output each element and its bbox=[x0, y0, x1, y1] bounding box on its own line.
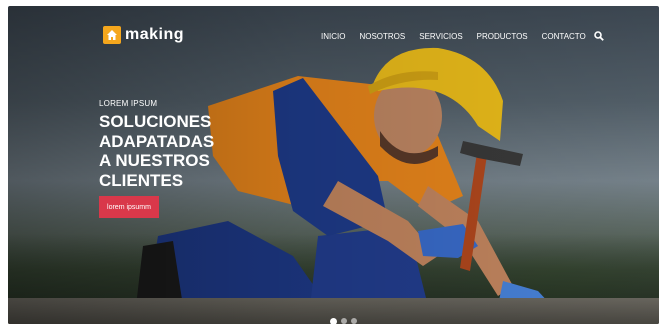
carousel-dot[interactable] bbox=[351, 318, 357, 324]
hero-copy: LOREM IPSUM SOLUCIONES ADAPATADAS A NUES… bbox=[99, 99, 259, 190]
nav-item-contacto[interactable]: CONTACTO bbox=[542, 32, 586, 41]
search-icon[interactable] bbox=[593, 31, 604, 41]
nav-item-servicios[interactable]: SERVICIOS bbox=[419, 32, 462, 41]
main-nav: INICIO NOSOTROS SERVICIOS PRODUCTOS CONT… bbox=[321, 31, 604, 41]
hero-eyebrow: LOREM IPSUM bbox=[99, 99, 158, 108]
nav-item-nosotros[interactable]: NOSOTROS bbox=[359, 32, 405, 41]
home-icon bbox=[103, 26, 121, 44]
cta-button[interactable]: lorem ipsumm bbox=[99, 196, 159, 218]
headline-line: SOLUCIONES bbox=[99, 112, 212, 131]
brand-name: making bbox=[125, 26, 185, 43]
headline-line: CLIENTES bbox=[99, 170, 184, 190]
hero-headline: SOLUCIONES ADAPATADAS A NUESTROS CLIENTE… bbox=[99, 112, 259, 190]
nav-item-productos[interactable]: PRODUCTOS bbox=[477, 32, 528, 41]
hero-frame: making INICIO NOSOTROS SERVICIOS PRODUCT… bbox=[8, 6, 659, 324]
carousel-dot[interactable] bbox=[341, 318, 347, 324]
headline-line: A NUESTROS bbox=[99, 151, 210, 170]
carousel-dot-active[interactable] bbox=[330, 317, 337, 324]
site-logo[interactable]: making bbox=[103, 26, 184, 44]
nav-item-inicio[interactable]: INICIO bbox=[321, 32, 345, 41]
headline-line: ADAPATADAS bbox=[99, 131, 215, 151]
carousel-dots bbox=[330, 317, 357, 324]
